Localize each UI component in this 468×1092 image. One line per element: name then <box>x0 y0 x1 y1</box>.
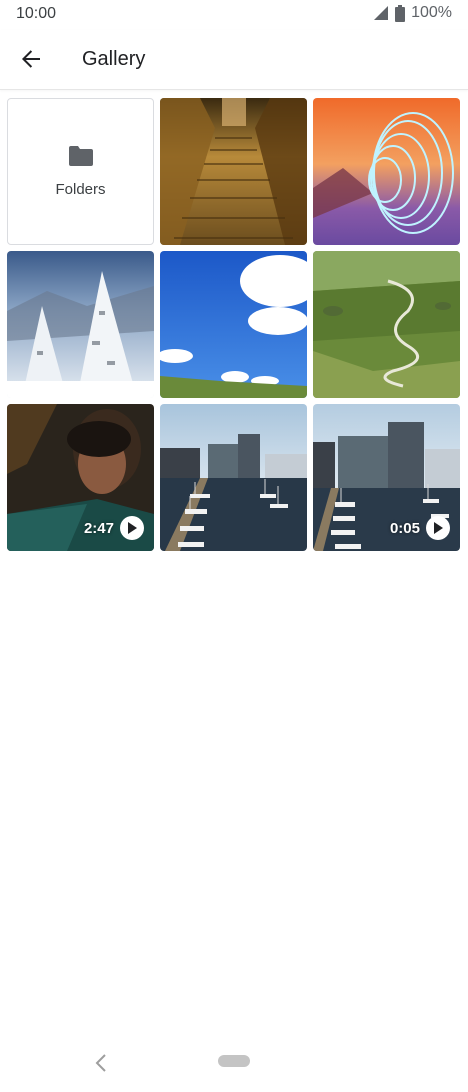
play-icon <box>120 516 144 540</box>
gallery-grid: Folders 2:47 0:05 <box>7 98 460 551</box>
photo-thumbnail-harbor[interactable] <box>160 404 307 551</box>
signal-icon <box>374 6 389 20</box>
snow-trees-image <box>7 251 154 398</box>
nav-home-pill[interactable] <box>218 1055 250 1067</box>
light-spiral-image <box>313 98 460 245</box>
photo-thumbnail-stairs[interactable] <box>160 98 307 245</box>
folder-icon <box>68 145 93 171</box>
video-overlay: 2:47 <box>84 516 144 540</box>
page-title: Gallery <box>82 48 146 70</box>
video-thumbnail-harbor[interactable]: 0:05 <box>313 404 460 551</box>
sky-image <box>160 251 307 398</box>
system-nav-bar <box>0 1044 468 1092</box>
status-time: 10:00 <box>16 5 57 22</box>
status-bar: 10:00 100% <box>0 0 468 30</box>
photo-thumbnail-mountain-road[interactable] <box>313 251 460 398</box>
video-thumbnail-person[interactable]: 2:47 <box>7 404 154 551</box>
back-button[interactable] <box>14 44 48 78</box>
harbor-image <box>160 404 307 551</box>
folders-tile[interactable]: Folders <box>7 98 154 245</box>
status-icons: 100% <box>374 4 452 22</box>
folders-label: Folders <box>55 180 106 198</box>
arrow-back-icon <box>21 49 41 74</box>
play-icon <box>426 516 450 540</box>
photo-thumbnail-sky[interactable] <box>160 251 307 398</box>
video-duration: 0:05 <box>389 519 420 537</box>
mountain-road-image <box>313 251 460 398</box>
nav-back-icon[interactable] <box>92 1052 110 1074</box>
stairs-image <box>160 98 307 245</box>
photo-thumbnail-snow-trees[interactable] <box>7 251 154 398</box>
battery-icon <box>395 4 406 22</box>
video-overlay: 0:05 <box>390 516 450 540</box>
app-bar: Gallery <box>0 30 468 90</box>
battery-percent: 100% <box>411 4 452 21</box>
video-duration: 2:47 <box>83 519 114 537</box>
photo-thumbnail-light-spiral[interactable] <box>313 98 460 245</box>
